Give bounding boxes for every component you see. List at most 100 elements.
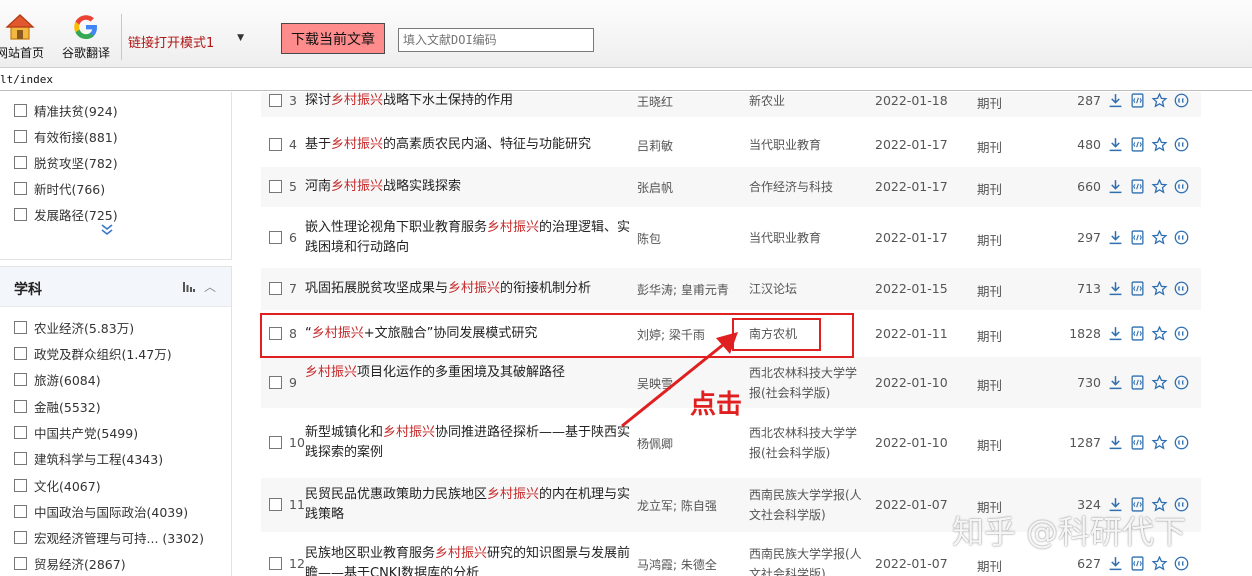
favorite-star-icon[interactable] [1151,179,1168,194]
filter-checkbox[interactable] [14,478,27,492]
article-title-link[interactable]: 嵌入性理论视角下职业教育服务乡村振兴的治理逻辑、实践困境和行动路向 [305,218,631,258]
article-title-link[interactable]: 民族地区职业教育服务乡村振兴研究的知识图景与发展前瞻——基于CNKI数据库的分析 [305,544,631,576]
bar-chart-icon[interactable] [183,282,195,292]
article-title-link[interactable]: 河南乡村振兴战略实践探索 [305,177,631,197]
row-select[interactable]: 7 [269,281,297,296]
source-link[interactable]: 当代职业教育 [749,228,867,248]
source-link[interactable]: 西北农林科技大学学报(社会科学版) [749,363,867,403]
source-link[interactable]: 西南民族大学学报(人文社会科学版) [749,544,867,576]
html-read-icon[interactable] [1129,137,1146,152]
filter-checkbox[interactable] [14,129,27,143]
filter-item[interactable]: 旅游(6084) [14,369,101,389]
download-icon[interactable] [1107,93,1124,108]
quote-icon[interactable] [1173,179,1190,194]
filter-item[interactable]: 贸易经济(2867) [14,553,126,573]
quote-icon[interactable] [1173,375,1190,390]
row-checkbox[interactable] [269,376,282,389]
filter-checkbox[interactable] [14,207,27,221]
article-title-link[interactable]: 巩固拓展脱贫攻坚成果与乡村振兴的衔接机制分析 [305,279,631,299]
filter-item[interactable]: 发展路径(725) [14,204,118,224]
table-row[interactable]: 4 基于乡村振兴的高素质农民内涵、特征与功能研究 吕莉敏 当代职业教育 2022-01-… [261,125,1201,165]
row-checkbox[interactable] [269,282,282,295]
filter-checkbox[interactable] [14,155,27,169]
quote-icon[interactable] [1173,137,1190,152]
filter-item[interactable]: 有效衔接(881) [14,126,118,146]
download-icon[interactable] [1107,281,1124,296]
article-title-link[interactable]: 探讨乡村振兴战略下水土保持的作用 [305,92,631,111]
dropdown-arrow-icon[interactable]: ▼ [237,33,244,43]
filter-item[interactable]: 金融(5532) [14,396,101,416]
row-checkbox[interactable] [269,498,282,511]
author-link[interactable]: 彭华涛; 皇甫元青 [637,281,747,298]
favorite-star-icon[interactable] [1151,556,1168,571]
row-select[interactable]: 5 [269,179,297,194]
download-icon[interactable] [1107,375,1124,390]
html-read-icon[interactable] [1129,375,1146,390]
download-icon[interactable] [1107,326,1124,341]
source-link[interactable]: 江汉论坛 [749,279,867,299]
filter-checkbox[interactable] [14,556,27,570]
html-read-icon[interactable] [1129,281,1146,296]
source-link[interactable]: 当代职业教育 [749,135,867,155]
row-select[interactable]: 9 [269,375,297,390]
row-checkbox[interactable] [269,231,282,244]
article-title-link[interactable]: 民贸民品优惠政策助力民族地区乡村振兴的内在机理与实践策略 [305,485,631,525]
author-link[interactable]: 马鸿霞; 朱德全 [637,556,747,573]
filter-checkbox[interactable] [14,181,27,195]
quote-icon[interactable] [1173,435,1190,450]
row-select[interactable]: 11 [269,497,305,512]
source-link[interactable]: 西北农林科技大学学报(社会科学版) [749,423,867,463]
filter-item[interactable]: 文化(4067) [14,475,101,495]
download-icon[interactable] [1107,230,1124,245]
row-checkbox[interactable] [269,94,282,107]
author-link[interactable]: 王晓红 [637,93,747,110]
filter-checkbox[interactable] [14,530,27,544]
filter-checkbox[interactable] [14,320,27,334]
quote-icon[interactable] [1173,93,1190,108]
collapse-up-icon[interactable]: ︿ [204,278,216,295]
author-link[interactable]: 龙立军; 陈自强 [637,497,747,514]
row-select[interactable]: 12 [269,556,305,571]
quote-icon[interactable] [1173,230,1190,245]
source-link[interactable]: 合作经济与科技 [749,177,867,197]
filter-checkbox[interactable] [14,451,27,465]
row-select[interactable]: 4 [269,137,297,152]
source-link[interactable]: 西南民族大学学报(人文社会科学版) [749,485,867,525]
download-icon[interactable] [1107,435,1124,450]
html-read-icon[interactable] [1129,93,1146,108]
html-read-icon[interactable] [1129,435,1146,450]
table-row[interactable]: 7 巩固拓展脱贫攻坚成果与乡村振兴的衔接机制分析 彭华涛; 皇甫元青 江汉论坛 2022… [261,268,1201,310]
google-translate-button[interactable]: 谷歌翻译 [58,12,114,61]
filter-item[interactable]: 精准扶贫(924) [14,100,118,120]
filter-item[interactable]: 宏观经济管理与可持... (3302) [14,527,204,547]
html-read-icon[interactable] [1129,230,1146,245]
table-row[interactable]: 6 嵌入性理论视角下职业教育服务乡村振兴的治理逻辑、实践困境和行动路向 陈包 当代职业… [261,209,1201,266]
download-icon[interactable] [1107,556,1124,571]
download-icon[interactable] [1107,179,1124,194]
quote-icon[interactable] [1173,326,1190,341]
row-checkbox[interactable] [269,557,282,570]
row-checkbox[interactable] [269,180,282,193]
link-mode-select[interactable]: 链接打开模式1 ▼ [124,26,246,54]
row-checkbox[interactable] [269,436,282,449]
quote-icon[interactable] [1173,556,1190,571]
favorite-star-icon[interactable] [1151,230,1168,245]
author-link[interactable]: 吕莉敏 [637,137,747,154]
favorite-star-icon[interactable] [1151,375,1168,390]
article-title-link[interactable]: 基于乡村振兴的高素质农民内涵、特征与功能研究 [305,135,631,155]
row-select[interactable]: 3 [269,93,297,108]
expand-more-icon[interactable] [100,223,114,237]
favorite-star-icon[interactable] [1151,435,1168,450]
filter-item[interactable]: 脱贫攻坚(782) [14,152,118,172]
filter-checkbox[interactable] [14,425,27,439]
row-checkbox[interactable] [269,138,282,151]
home-button[interactable]: 网站首页 [0,12,48,61]
table-row[interactable]: 3 探讨乡村振兴战略下水土保持的作用 王晓红 新农业 2022-01-18 期刊 287 [261,92,1201,117]
row-select[interactable]: 6 [269,230,297,245]
favorite-star-icon[interactable] [1151,137,1168,152]
filter-item[interactable]: 农业经济(5.83万) [14,317,134,337]
url-bar[interactable]: lt/index [0,69,1252,91]
filter-item[interactable]: 政党及群众组织(1.47万) [14,343,172,363]
filter-item[interactable]: 中国政治与国际政治(4039) [14,501,188,521]
download-article-button[interactable]: 下载当前文章 [281,23,385,54]
